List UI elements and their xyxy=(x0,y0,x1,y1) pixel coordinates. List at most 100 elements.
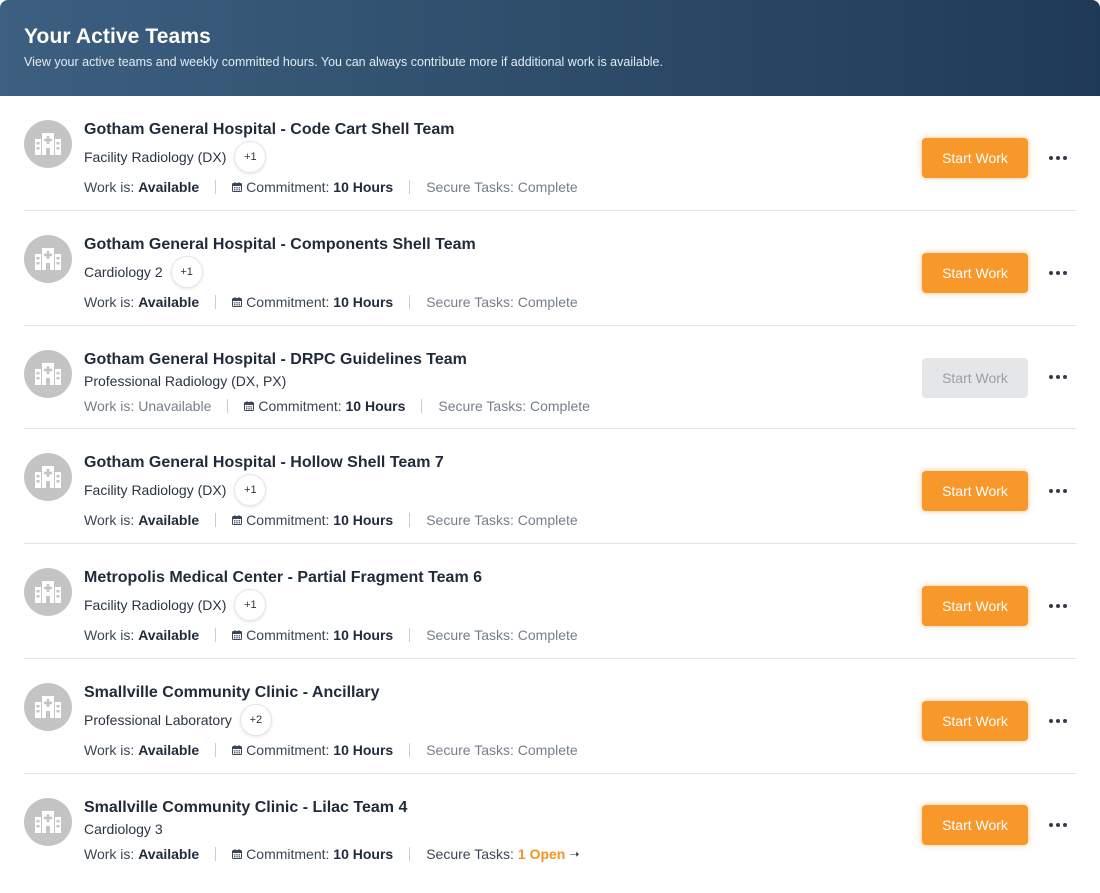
commitment-label: Commitment: xyxy=(246,512,330,528)
hospital-avatar xyxy=(24,120,72,168)
start-work-button[interactable]: Start Work xyxy=(922,586,1028,626)
hospital-avatar xyxy=(24,350,72,398)
hospital-building-icon xyxy=(35,363,61,385)
team-specialty: Cardiology 3 xyxy=(84,821,163,837)
work-status-label: Work is: xyxy=(84,179,135,195)
team-specialty-line: Facility Radiology (DX) +1 xyxy=(84,474,578,506)
start-work-button[interactable]: Start Work xyxy=(922,138,1028,178)
secure-tasks-label: Secure Tasks: xyxy=(426,179,514,195)
divider xyxy=(215,513,217,527)
team-info: Metropolis Medical Center - Partial Frag… xyxy=(84,568,578,645)
more-specialties-badge[interactable]: +1 xyxy=(234,474,267,506)
hospital-avatar xyxy=(24,568,72,616)
hospital-building-icon xyxy=(35,581,61,603)
team-meta: Work is: Available Commitment: 10 Hours … xyxy=(84,177,578,197)
team-specialty: Professional Laboratory xyxy=(84,712,232,728)
team-specialty-line: Facility Radiology (DX) +1 xyxy=(84,589,578,621)
team-info: Gotham General Hospital - Code Cart Shel… xyxy=(84,120,578,197)
commitment-value: 10 Hours xyxy=(333,627,394,643)
more-options-icon[interactable] xyxy=(1046,148,1070,168)
secure-tasks-label: Secure Tasks: xyxy=(426,294,514,310)
team-meta: Work is: Available Commitment: 10 Hours … xyxy=(84,625,578,645)
more-options-icon[interactable] xyxy=(1046,815,1070,835)
team-specialty: Facility Radiology (DX) xyxy=(84,149,227,165)
divider xyxy=(409,743,411,757)
divider xyxy=(409,295,411,309)
team-row: Smallville Community Clinic - Lilac Team… xyxy=(24,774,1076,879)
divider xyxy=(215,180,217,194)
more-options-icon[interactable] xyxy=(1046,596,1070,616)
team-specialty-line: Cardiology 2 +1 xyxy=(84,256,578,288)
team-info: Gotham General Hospital - Components She… xyxy=(84,235,578,312)
team-meta: Work is: Unavailable Commitment: 10 Hour… xyxy=(84,396,590,416)
start-work-button[interactable]: Start Work xyxy=(922,701,1028,741)
secure-tasks-label: Secure Tasks: xyxy=(426,627,514,643)
team-meta: Work is: Available Commitment: 10 Hours … xyxy=(84,740,578,760)
more-specialties-badge[interactable]: +1 xyxy=(234,141,267,173)
calendar-icon xyxy=(232,182,243,192)
team-specialty: Facility Radiology (DX) xyxy=(84,482,227,498)
team-title: Smallville Community Clinic - Lilac Team… xyxy=(84,799,408,816)
team-list: Gotham General Hospital - Code Cart Shel… xyxy=(0,96,1100,879)
start-work-button[interactable]: Start Work xyxy=(922,253,1028,293)
team-row: Metropolis Medical Center - Partial Frag… xyxy=(24,544,1076,659)
more-options-icon[interactable] xyxy=(1046,263,1070,283)
divider xyxy=(409,628,411,642)
commitment-value: 10 Hours xyxy=(333,512,394,528)
work-status-value: Available xyxy=(138,512,200,528)
work-status-label: Work is: xyxy=(84,742,135,758)
team-info: Smallville Community Clinic - Ancillary … xyxy=(84,683,578,760)
secure-tasks-value: Complete xyxy=(517,742,578,758)
hospital-building-icon xyxy=(35,466,61,488)
commitment-label: Commitment: xyxy=(246,742,330,758)
start-work-button-disabled[interactable]: Start Work xyxy=(922,358,1028,398)
team-title: Gotham General Hospital - DRPC Guideline… xyxy=(84,351,467,368)
team-specialty-line: Cardiology 3 xyxy=(84,818,579,840)
more-options-icon[interactable] xyxy=(1046,481,1070,501)
start-work-button[interactable]: Start Work xyxy=(922,471,1028,511)
secure-tasks-label: Secure Tasks: xyxy=(426,846,514,862)
work-status-value: Unavailable xyxy=(138,398,212,414)
team-title: Metropolis Medical Center - Partial Frag… xyxy=(84,569,483,586)
team-info: Gotham General Hospital - DRPC Guideline… xyxy=(84,350,590,416)
divider xyxy=(409,847,411,861)
start-work-button[interactable]: Start Work xyxy=(922,805,1028,845)
team-specialty-line: Facility Radiology (DX) +1 xyxy=(84,141,578,173)
work-status-label: Work is: xyxy=(84,398,135,414)
divider xyxy=(215,628,217,642)
commitment-label: Commitment: xyxy=(246,179,330,195)
work-status-label: Work is: xyxy=(84,294,135,310)
calendar-icon xyxy=(232,745,243,755)
more-options-icon[interactable] xyxy=(1046,711,1070,731)
calendar-icon xyxy=(232,515,243,525)
commitment-label: Commitment: xyxy=(246,294,330,310)
more-specialties-badge[interactable]: +2 xyxy=(239,704,272,736)
secure-tasks-label: Secure Tasks: xyxy=(426,512,514,528)
work-status-value: Available xyxy=(138,846,200,862)
team-specialty: Professional Radiology (DX, PX) xyxy=(84,373,287,389)
team-meta: Work is: Available Commitment: 10 Hours … xyxy=(84,510,578,530)
commitment-value: 10 Hours xyxy=(345,398,406,414)
arrow-right-icon[interactable]: ➝ xyxy=(569,847,579,861)
divider xyxy=(421,399,423,413)
more-specialties-badge[interactable]: +1 xyxy=(170,256,203,288)
secure-tasks-value: Complete xyxy=(517,179,578,195)
divider xyxy=(227,399,229,413)
commitment-value: 10 Hours xyxy=(333,742,394,758)
open-tasks-link[interactable]: 1 Open xyxy=(518,846,565,862)
more-specialties-badge[interactable]: +1 xyxy=(234,589,267,621)
calendar-icon xyxy=(244,401,255,411)
work-status-label: Work is: xyxy=(84,512,135,528)
more-options-icon[interactable] xyxy=(1046,367,1070,387)
hospital-building-icon xyxy=(35,811,61,833)
hospital-avatar xyxy=(24,235,72,283)
team-info: Smallville Community Clinic - Lilac Team… xyxy=(84,798,579,864)
page-title: Your Active Teams xyxy=(24,25,211,48)
team-info: Gotham General Hospital - Hollow Shell T… xyxy=(84,453,578,530)
divider xyxy=(409,513,411,527)
team-title: Gotham General Hospital - Hollow Shell T… xyxy=(84,454,444,471)
hospital-building-icon xyxy=(35,133,61,155)
commitment-value: 10 Hours xyxy=(333,179,394,195)
team-title: Gotham General Hospital - Code Cart Shel… xyxy=(84,121,455,138)
secure-tasks-value: Complete xyxy=(517,627,578,643)
